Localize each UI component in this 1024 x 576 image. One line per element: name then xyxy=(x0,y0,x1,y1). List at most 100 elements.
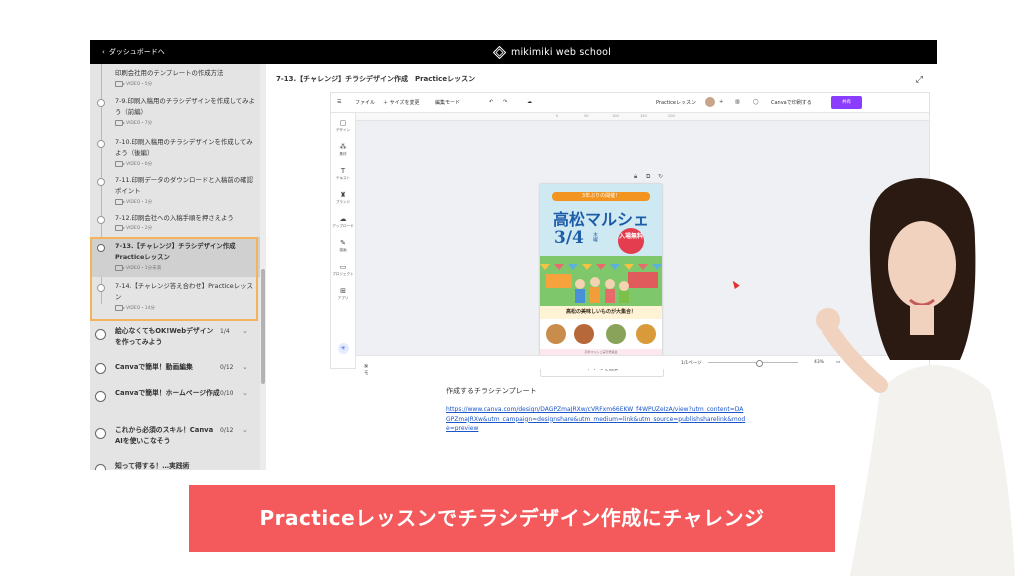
projects-tool[interactable]: ▭ プロジェクト xyxy=(331,263,355,277)
cloud-save-icon[interactable]: ☁ xyxy=(527,99,532,105)
edit-mode-button[interactable]: 編集モード xyxy=(435,99,460,106)
promo-banner: Practiceレッスンでチラシデザイン作成にチャレンジ xyxy=(189,485,835,552)
brand-tool[interactable]: ♜ ブランド xyxy=(331,191,355,205)
sparkle-icon: ✳ xyxy=(337,343,349,354)
draw-tool[interactable]: ✎ 描画 xyxy=(331,239,355,253)
chapter-status-icon xyxy=(95,464,106,470)
chevron-left-icon: ‹ xyxy=(102,48,105,56)
lesson-title: 印刷会社用のテンプレートの作成方法 xyxy=(115,69,224,77)
magic-button[interactable]: ✳ xyxy=(331,343,355,354)
add-page-icon[interactable]: ↻ xyxy=(658,173,663,180)
diamond-logo-icon xyxy=(493,45,506,59)
duplicate-icon[interactable]: ⧉ xyxy=(646,173,650,181)
chapter-title: 知って得する！…実践術 xyxy=(115,462,190,470)
flyer-weekday: 木曜 xyxy=(592,232,598,242)
undo-icon[interactable]: ↶ xyxy=(489,99,493,105)
video-icon xyxy=(115,225,125,231)
elements-tool[interactable]: ⁂ 素材 xyxy=(331,143,355,157)
brand-icon: ♜ xyxy=(339,191,347,199)
chapter-status-icon xyxy=(95,329,106,340)
lesson-meta: VIDEO・7分 xyxy=(115,120,152,126)
menu-icon[interactable]: ☰ xyxy=(337,99,341,105)
flyer-title: 高松マルシェ xyxy=(552,210,649,229)
add-collaborator-icon[interactable]: + xyxy=(719,99,723,105)
chapter-status-icon xyxy=(95,363,106,374)
editor-toolbar: ☰ ファイル ＋ サイズを変更 編集モード ↶ ↷ ☁ Practiceレッスン… xyxy=(331,93,929,113)
food-photo xyxy=(574,324,594,344)
lesson-status-icon xyxy=(97,216,105,224)
apps-icon: ⊞ xyxy=(340,287,346,295)
chevron-down-icon[interactable]: ⌄ xyxy=(242,426,248,434)
chevron-down-icon[interactable]: ⌄ xyxy=(242,363,248,371)
print-button[interactable]: Canvaで印刷する xyxy=(771,99,812,106)
zoom-slider-handle[interactable] xyxy=(756,360,763,367)
upload-icon: ☁ xyxy=(339,215,347,223)
lesson-status-icon xyxy=(97,140,105,148)
zoom-slider[interactable] xyxy=(708,362,798,363)
redo-icon[interactable]: ↷ xyxy=(503,99,507,105)
resize-button[interactable]: ＋ サイズを変更 xyxy=(383,99,419,106)
shapes-icon: ⁂ xyxy=(339,143,347,151)
lesson-title: 7-12.印刷会社への入稿手順を押さえよう xyxy=(115,214,234,222)
site-logo[interactable]: mikimiki web school xyxy=(493,40,611,64)
lesson-meta: VIDEO・2分 xyxy=(115,225,152,231)
lock-icon[interactable]: 🔒︎ xyxy=(634,173,637,181)
flyer-design[interactable]: 3年ぶりの開催！ 高松マルシェ 3/4 木曜 入場無料 高松の美味しいものが大集… xyxy=(540,184,662,356)
back-label: ダッシュボードへ xyxy=(108,48,165,56)
chapter-title: Canvaで簡単！動画編集 xyxy=(115,363,193,371)
video-icon xyxy=(115,120,125,126)
chevron-down-icon[interactable]: ⌄ xyxy=(242,327,248,335)
avatar[interactable] xyxy=(705,97,715,107)
pen-icon: ✎ xyxy=(340,239,346,247)
page-indicator[interactable]: 1/1ページ xyxy=(681,360,702,366)
food-photo xyxy=(546,324,566,344)
flyer-badge: 3年ぶりの開催！ xyxy=(552,192,650,201)
chapter-status-icon xyxy=(95,391,106,402)
lesson-meta: VIDEO・6分 xyxy=(115,161,152,167)
chapter-progress: 0/12 xyxy=(220,427,234,434)
flyer-entry-badge: 入場無料 xyxy=(618,228,644,254)
template-link[interactable]: https://www.canva.com/design/DAGPZmaJRXw… xyxy=(446,405,746,434)
lesson-status-icon xyxy=(97,99,105,107)
chapter-progress: 1/4 xyxy=(220,328,230,335)
design-tool[interactable]: ▢ デザイン xyxy=(331,119,355,133)
back-to-dashboard-link[interactable]: ‹ ダッシュボードへ xyxy=(102,40,165,64)
lesson-title: 7-10.印刷入稿用のチラシデザインを作成してみよう（後編） xyxy=(115,138,253,157)
flyer-food-photos xyxy=(540,319,662,349)
chapter-progress: 0/12 xyxy=(220,364,234,371)
lesson-title: 7-9.印刷入稿用のチラシデザインを作成してみよう（前編） xyxy=(115,97,255,116)
ruler: 0 50 100 150 200 xyxy=(356,113,929,121)
food-photo xyxy=(606,324,626,344)
insights-icon[interactable]: ▥ xyxy=(735,99,740,105)
chapter-title: Canvaで簡単！ホームページ作成 xyxy=(115,389,220,397)
presenter-photo xyxy=(816,178,1015,576)
upload-tool[interactable]: ☁ アップロード xyxy=(331,215,355,229)
lesson-heading: 7-13.【チャレンジ】チラシデザイン作成 Practiceレッスン xyxy=(276,75,476,83)
text-tool[interactable]: T テキスト xyxy=(331,167,355,181)
apps-tool[interactable]: ⊞ アプリ xyxy=(331,287,355,301)
video-icon xyxy=(115,199,125,205)
expand-icon[interactable]: ⤢ xyxy=(916,75,923,85)
text-icon: T xyxy=(340,167,346,175)
template-label: 作成するチラシテンプレート xyxy=(446,387,537,395)
share-button[interactable]: 共有 xyxy=(831,96,862,109)
lesson-meta: VIDEO・1分 xyxy=(115,199,152,205)
editor-side-panel: ▢ デザイン ⁂ 素材 T テキスト ♜ ブランド ☁ アップロード ✎ 描画 ▭ プロジェク… xyxy=(331,113,356,368)
logo-text: mikimiki web school xyxy=(511,46,612,58)
chapter-progress: 0/10 xyxy=(220,390,234,397)
chapter-title: これから必須のスキル！Canva AIを使いこなそう xyxy=(115,426,214,445)
layout-icon: ▢ xyxy=(339,119,347,127)
video-icon xyxy=(115,81,125,87)
lesson-meta: VIDEO・5分 xyxy=(115,81,152,87)
file-menu[interactable]: ファイル xyxy=(355,99,375,106)
scroll-thumb[interactable] xyxy=(261,269,265,384)
highlight-box xyxy=(90,237,258,321)
chevron-down-icon[interactable]: ⌄ xyxy=(242,389,248,397)
lesson-title: 7-11.印刷データのダウンロードと入稿前の確認ポイント xyxy=(115,176,253,195)
chapter-title: 絵心なくてもOK!Webデザインを作ってみよう xyxy=(115,327,214,346)
flyer-date: 3/4 xyxy=(554,228,584,248)
flyer-tagline: 高松の美味しいものが大集合！ xyxy=(540,306,662,319)
comment-icon[interactable]: ◯ xyxy=(753,99,759,105)
document-name[interactable]: Practiceレッスン xyxy=(656,99,696,106)
chapter-status-icon xyxy=(95,428,106,439)
